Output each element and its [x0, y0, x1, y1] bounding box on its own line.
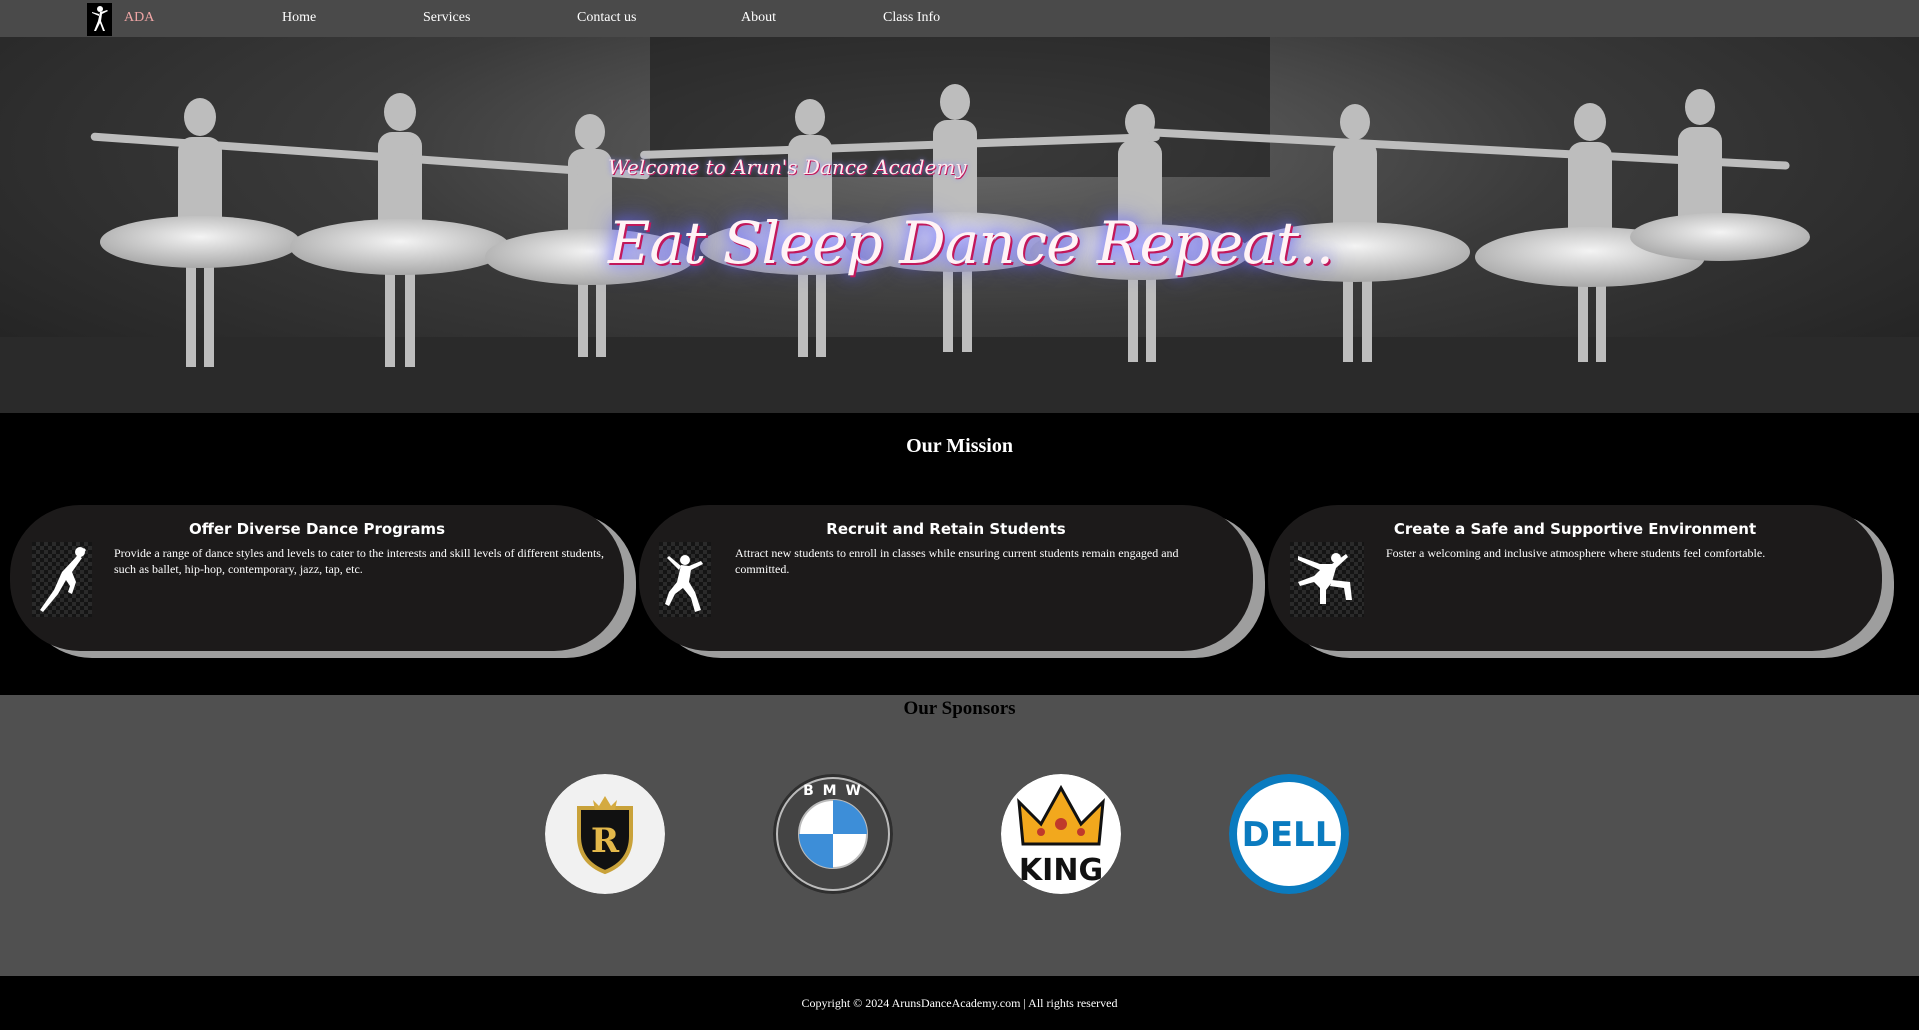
mission-card-title: Recruit and Retain Students	[826, 520, 1066, 538]
bmw-logo[interactable]: B M W	[773, 774, 893, 894]
mission-heading: Our Mission	[906, 435, 1013, 457]
mission-section: Our Mission Offer Diverse Dance Programs…	[0, 413, 1919, 695]
dell-logo[interactable]: DELL	[1229, 774, 1349, 894]
sponsors-heading: Our Sponsors	[903, 698, 1016, 719]
dell-logo-text: DELL	[1242, 815, 1337, 855]
navbar: ADA Home Services Contact us About Class…	[0, 0, 1919, 37]
hero-subtitle: Welcome to Arun's Dance Academy	[608, 155, 967, 179]
nav-link-class-info[interactable]: Class Info	[883, 10, 940, 26]
mission-card-environment: Create a Safe and Supportive Environment…	[1268, 505, 1882, 651]
dancer-jump-icon	[659, 542, 711, 617]
mission-card-students: Recruit and Retain Students Attract new …	[639, 505, 1253, 651]
mission-card-text: Provide a range of dance styles and leve…	[114, 546, 604, 576]
mission-card-text: Attract new students to enroll in classe…	[735, 546, 1179, 576]
mission-card-title: Offer Diverse Dance Programs	[188, 520, 445, 538]
mission-card-text: Foster a welcoming and inclusive atmosph…	[1386, 546, 1766, 560]
breakdancer-icon	[1290, 542, 1364, 617]
royal-crest-logo[interactable]: R	[545, 774, 665, 894]
dancer-logo-icon[interactable]	[87, 3, 112, 36]
royal-crest-letter: R	[591, 821, 620, 861]
sponsors-section: Our Sponsors R B M W KING DELL	[0, 695, 1919, 976]
bmw-logo-text: B M W	[803, 783, 863, 799]
nav-link-contact[interactable]: Contact us	[577, 10, 637, 26]
mission-card-programs: Offer Diverse Dance Programs Provide a r…	[10, 505, 624, 651]
hero-banner: Welcome to Arun's Dance Academy Eat Slee…	[0, 37, 1919, 413]
king-logo[interactable]: KING	[1001, 774, 1121, 894]
nav-brand-link[interactable]: ADA	[124, 10, 154, 26]
hero-title: Eat Sleep Dance Repeat..	[608, 209, 1334, 277]
footer: Copyright © 2024 ArunsDanceAcademy.com |…	[0, 976, 1919, 1030]
king-logo-text: KING	[1019, 853, 1103, 888]
dancer-leap-icon	[32, 542, 92, 617]
nav-link-home[interactable]: Home	[282, 10, 316, 26]
footer-copyright: Copyright © 2024 ArunsDanceAcademy.com |…	[801, 996, 1118, 1010]
nav-link-about[interactable]: About	[741, 10, 776, 26]
mission-card-title: Create a Safe and Supportive Environment	[1393, 520, 1757, 538]
nav-link-services[interactable]: Services	[423, 10, 470, 26]
